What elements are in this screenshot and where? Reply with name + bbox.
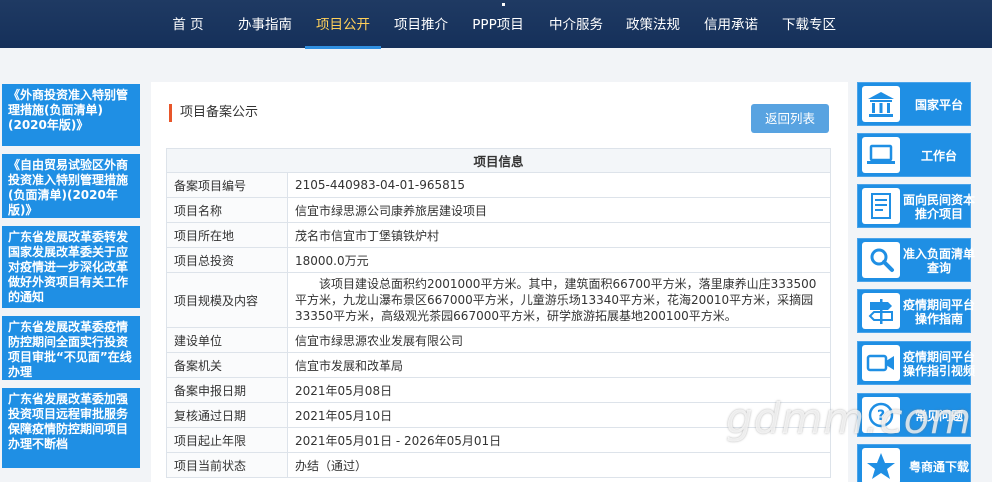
table-row: 备案机关 信宜市发展和改革局 [166, 352, 831, 378]
document-list-icon [862, 188, 900, 224]
quick-link-national-platform[interactable]: 国家平台 [857, 82, 971, 126]
nav-item-home[interactable]: 首 页 [160, 0, 216, 46]
nav-item-ppp[interactable]: PPP项目 [465, 0, 531, 46]
quick-link-private-capital-projects[interactable]: 面向民间资本推介项目 [857, 184, 975, 228]
laptop-icon [862, 137, 900, 173]
row-value: 办结（通过） [287, 452, 831, 478]
table-row: 项目所在地 茂名市信宜市丁堡镇铁炉村 [166, 222, 831, 248]
row-key: 备案机关 [166, 352, 288, 378]
left-link-column: 《外商投资准入特别管理措施(负面清单)(2020年版)》 《自由贸易试验区外商投… [0, 82, 142, 482]
section-title: 项目备案公示 [169, 104, 258, 122]
table-row: 项目名称 信宜市绿思源公司康养旅居建设项目 [166, 197, 831, 223]
site-watermark: gdmm.com [726, 394, 973, 443]
row-key: 备案申报日期 [166, 377, 288, 403]
table-header: 项目信息 [166, 148, 831, 173]
quick-link-epidemic-guide[interactable]: 疫情期间平台操作指南 [857, 289, 975, 333]
row-key: 复核通过日期 [166, 402, 288, 428]
government-building-icon [862, 86, 900, 122]
quick-link-workbench[interactable]: 工作台 [857, 133, 971, 177]
row-key: 项目当前状态 [166, 452, 288, 478]
nav-item-download[interactable]: 下载专区 [776, 0, 842, 46]
nav-item-credit[interactable]: 信用承诺 [698, 0, 764, 46]
left-link-card[interactable]: 《外商投资准入特别管理措施(负面清单)(2020年版)》 [2, 84, 140, 146]
search-icon [862, 242, 900, 278]
row-value: 18000.0万元 [287, 247, 831, 273]
table-row: 项目总投资 18000.0万元 [166, 247, 831, 273]
top-nav: 首 页 办事指南 项目公开 项目推介 PPP项目 中介服务 政策法规 信用承诺 … [0, 0, 992, 49]
row-key: 备案项目编号 [166, 172, 288, 198]
left-link-card[interactable]: 广东省发展改革委疫情防控期间全面实行投资项目审批“不见面”在线办理 [2, 316, 140, 380]
signpost-icon [862, 293, 900, 329]
row-key: 项目总投资 [166, 247, 288, 273]
row-value: 该项目建设总面积约2001000平方米。其中，建筑面积66700平方米，落里康养… [287, 272, 831, 328]
row-value: 信宜市绿思源农业发展有限公司 [287, 327, 831, 353]
quick-link-negative-list-query[interactable]: 准入负面清单查询 [857, 238, 975, 282]
row-key: 项目规模及内容 [166, 272, 288, 328]
app-logo-icon [862, 448, 900, 482]
left-link-card[interactable]: 《自由贸易试验区外商投资准入特别管理措施(负面清单)(2020年版)》 [2, 154, 140, 218]
row-value: 茂名市信宜市丁堡镇铁炉村 [287, 222, 831, 248]
row-value: 信宜市绿思源公司康养旅居建设项目 [287, 197, 831, 223]
nav-item-project-promotion[interactable]: 项目推介 [388, 0, 454, 46]
quick-link-yueshangtong-download[interactable]: 粤商通下载 [857, 444, 971, 482]
row-value: 2105-440983-04-01-965815 [287, 172, 831, 198]
left-link-card[interactable]: 广东省发展改革委加强投资项目远程审批服务保障疫情防控期间项目办理不断档 [2, 388, 140, 468]
quick-link-epidemic-video[interactable]: 疫情期间平台操作指引视频 [857, 341, 975, 385]
nav-item-agency-service[interactable]: 中介服务 [543, 0, 609, 46]
row-key: 项目所在地 [166, 222, 288, 248]
row-key: 项目名称 [166, 197, 288, 223]
row-key: 项目起止年限 [166, 427, 288, 453]
row-value: 信宜市发展和改革局 [287, 352, 831, 378]
row-key: 建设单位 [166, 327, 288, 353]
video-camera-icon [862, 345, 900, 381]
back-to-list-button[interactable]: 返回列表 [751, 104, 829, 133]
table-row: 项目当前状态 办结（通过） [166, 452, 831, 478]
nav-item-guide[interactable]: 办事指南 [232, 0, 298, 46]
table-row: 建设单位 信宜市绿思源农业发展有限公司 [166, 327, 831, 353]
table-row: 备案项目编号 2105-440983-04-01-965815 [166, 172, 831, 198]
left-link-card[interactable]: 广东省发展改革委转发国家发展改革委关于应对疫情进一步深化改革做好外资项目有关工作… [2, 226, 140, 308]
nav-item-policy[interactable]: 政策法规 [620, 0, 686, 46]
nav-item-project-disclosure[interactable]: 项目公开 [305, 0, 381, 49]
table-row: 项目规模及内容 该项目建设总面积约2001000平方米。其中，建筑面积66700… [166, 272, 831, 328]
